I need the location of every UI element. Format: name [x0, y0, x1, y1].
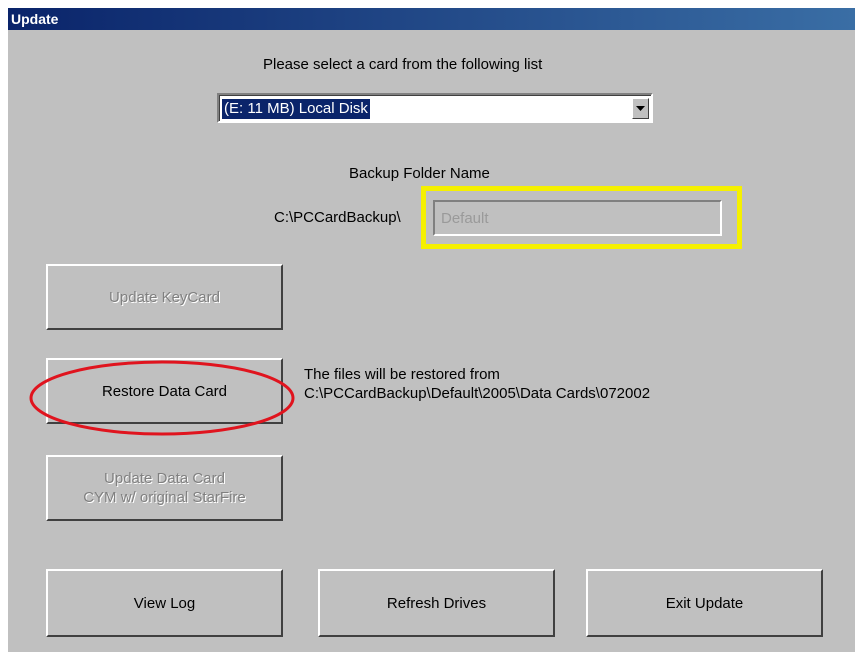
card-select-prompt: Please select a card from the following … [263, 56, 543, 73]
restore-info-path: C:\PCCardBackup\Default\2005\Data Cards\… [304, 385, 651, 402]
exit-update-label: Exit Update [665, 594, 744, 612]
update-keycard-label: Update KeyCard [109, 288, 220, 306]
window-title: Update [11, 11, 59, 27]
backup-path-prefix: C:\PCCardBackup\ [274, 209, 401, 226]
update-data-card-button[interactable]: Update Data Card CYM w/ original StarFir… [46, 455, 283, 521]
update-window: Update Please select a card from the fol… [7, 7, 855, 652]
exit-update-button[interactable]: Exit Update [586, 569, 823, 637]
card-dropdown[interactable]: (E: 11 MB) Local Disk [217, 93, 653, 123]
view-log-button[interactable]: View Log [46, 569, 283, 637]
chevron-down-icon [636, 105, 645, 111]
annotation-highlight-box [421, 186, 742, 249]
restore-data-card-label: Restore Data Card [101, 382, 228, 400]
update-keycard-button[interactable]: Update KeyCard [46, 264, 283, 330]
update-data-card-label: Update Data Card CYM w/ original StarFir… [83, 470, 246, 506]
dropdown-arrow-button[interactable] [632, 98, 649, 119]
title-bar[interactable]: Update [8, 8, 855, 30]
refresh-drives-button[interactable]: Refresh Drives [318, 569, 555, 637]
refresh-drives-label: Refresh Drives [386, 594, 487, 612]
backup-folder-heading: Backup Folder Name [349, 165, 490, 182]
restore-info-line1: The files will be restored from [304, 366, 500, 383]
restore-data-card-button[interactable]: Restore Data Card [46, 358, 283, 424]
card-dropdown-value: (E: 11 MB) Local Disk [222, 99, 370, 119]
view-log-label: View Log [133, 594, 196, 612]
